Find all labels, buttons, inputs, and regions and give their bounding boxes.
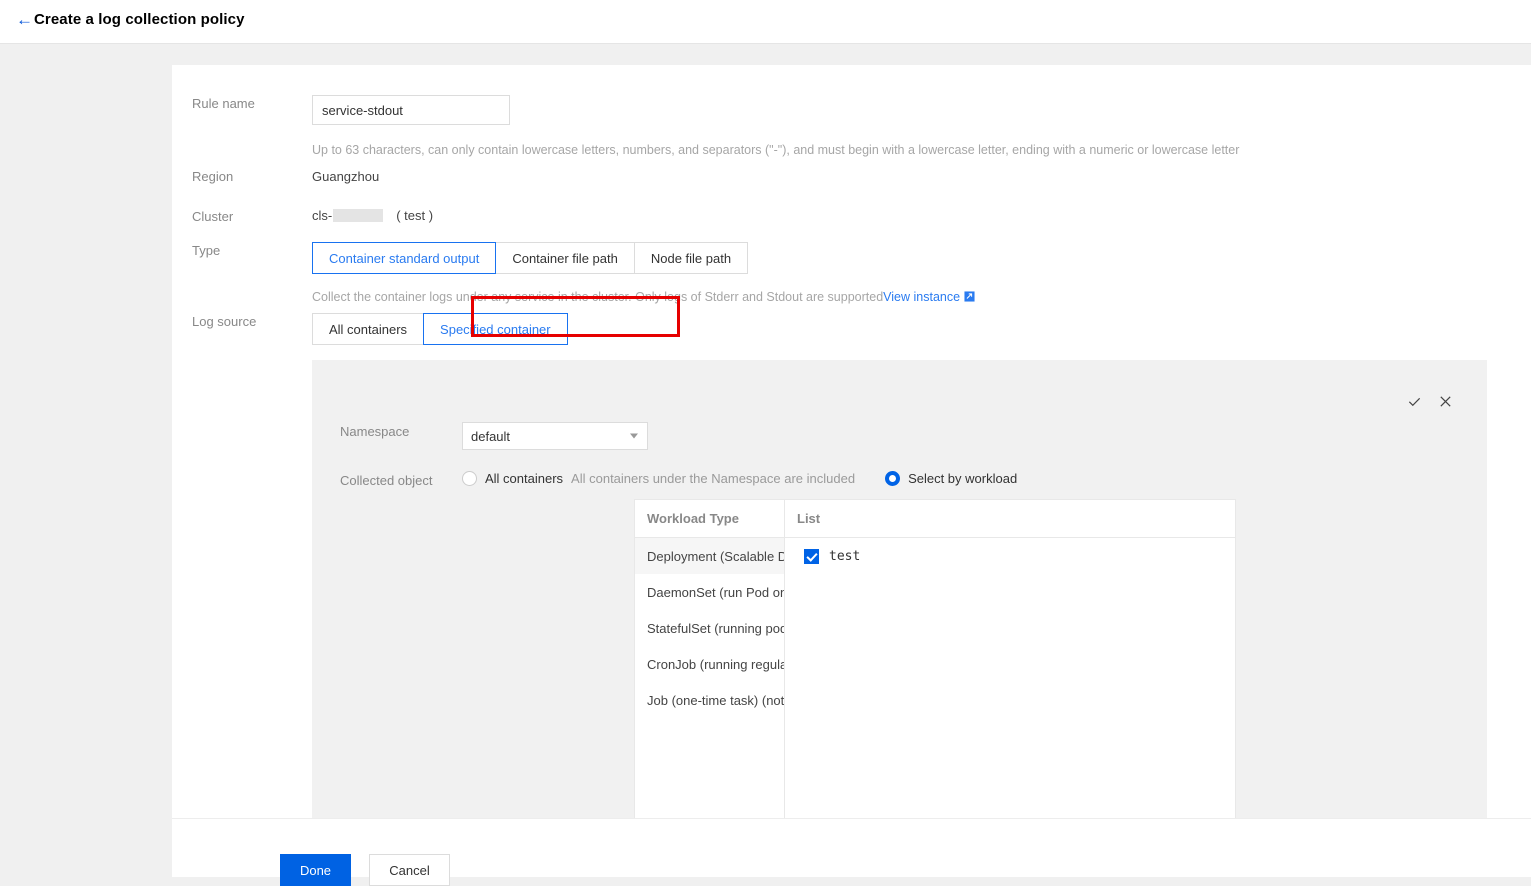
type-description-row: Collect the container logs under any ser… (312, 289, 1492, 305)
cluster-label: Cluster (192, 209, 234, 224)
namespace-select[interactable]: default (462, 422, 648, 450)
panel-action-buttons (1406, 393, 1453, 409)
type-segmented-control: Container standard output Container file… (312, 242, 1492, 274)
form-body: Rule name Up to 63 characters, can only … (172, 65, 1531, 822)
list-item-label: test (829, 548, 861, 564)
radio-all-containers[interactable]: All containers All containers under the … (462, 471, 855, 486)
namespace-value: default (471, 428, 511, 444)
list-item-checkbox[interactable] (804, 548, 819, 564)
cancel-button[interactable]: Cancel (369, 854, 450, 886)
check-icon[interactable] (1406, 393, 1422, 409)
type-option-container-standard-output[interactable]: Container standard output (312, 242, 497, 274)
cluster-alias: ( test ) (396, 208, 434, 223)
radio-select-by-workload-label: Select by workload (908, 471, 1018, 486)
log-source-segmented-control: All containers Specified container (312, 313, 1492, 345)
page-header: ← Create a log collection policy (0, 0, 1531, 44)
table-row[interactable]: Deployment (Scalable D... (635, 538, 784, 574)
region-label: Region (192, 169, 234, 184)
radio-select-by-workload[interactable]: Select by workload (885, 471, 1017, 486)
table-row[interactable]: CronJob (running regula... (635, 646, 784, 682)
radio-all-containers-note: All containers under the Namespace are i… (571, 471, 856, 486)
cluster-value: cls- ( test ) (312, 208, 1492, 223)
rule-name-hint: Up to 63 characters, can only contain lo… (312, 143, 1240, 157)
table-row[interactable]: DaemonSet (run Pod on ... (635, 574, 784, 610)
field-collected-object: Collected object All containers All cont… (340, 471, 1017, 491)
workload-list-column: List test (785, 500, 1235, 822)
arrow-left-icon[interactable]: ← (16, 11, 33, 28)
done-button[interactable]: Done (280, 854, 351, 886)
redacted-cluster-id (333, 209, 384, 222)
table-row[interactable]: Job (one-time task) (not ... (635, 682, 784, 718)
field-region: Region Guangzhou (192, 168, 1492, 186)
close-icon[interactable] (1437, 393, 1453, 409)
list-header: List (785, 500, 1235, 538)
radio-select-by-workload-indicator[interactable] (885, 471, 901, 486)
table-row[interactable]: StatefulSet (running pod... (635, 610, 784, 646)
workload-type-header: Workload Type (635, 500, 784, 538)
field-rule-name: Rule name Up to 63 characters, can only … (192, 95, 1492, 158)
external-link-icon[interactable] (964, 290, 975, 302)
type-option-node-file-path[interactable]: Node file path (633, 242, 749, 274)
namespace-label: Namespace (340, 424, 410, 439)
field-log-source: Log source All containers Specified cont… (192, 313, 1492, 345)
radio-all-containers-label: All containers (485, 471, 564, 486)
content-card: Rule name Up to 63 characters, can only … (172, 65, 1531, 886)
workload-table: Workload Type Deployment (Scalable D... … (634, 499, 1236, 822)
page-title: Create a log collection policy (34, 11, 245, 28)
type-label: Type (192, 243, 221, 258)
collected-object-radio-group: All containers All containers under the … (462, 471, 1017, 486)
rule-name-label: Rule name (192, 96, 255, 111)
list-item[interactable]: test (785, 538, 1235, 574)
workload-type-column: Workload Type Deployment (Scalable D... … (635, 500, 785, 822)
view-instance-link[interactable]: View instance (883, 290, 960, 304)
radio-all-containers-indicator[interactable] (462, 471, 477, 486)
field-namespace: Namespace default (340, 422, 648, 450)
type-description: Collect the container logs under any ser… (312, 290, 884, 304)
rule-name-input[interactable] (312, 95, 510, 125)
chevron-down-icon[interactable] (630, 433, 638, 439)
specified-container-panel: Namespace default Collected object All c… (312, 360, 1487, 822)
form-footer: Done Cancel (172, 818, 1531, 886)
type-option-container-file-path[interactable]: Container file path (495, 242, 635, 274)
field-cluster: Cluster cls- ( test ) (192, 208, 1492, 226)
cluster-id-prefix: cls- (312, 208, 333, 223)
log-source-label: Log source (192, 314, 257, 329)
region-value: Guangzhou (312, 169, 380, 184)
log-source-option-all-containers[interactable]: All containers (312, 313, 425, 345)
collected-object-label: Collected object (340, 473, 433, 488)
back-link[interactable]: ← Create a log collection policy (16, 11, 245, 28)
field-type: Type Container standard output Container… (192, 242, 1492, 305)
log-source-option-specified-container[interactable]: Specified container (423, 313, 568, 345)
